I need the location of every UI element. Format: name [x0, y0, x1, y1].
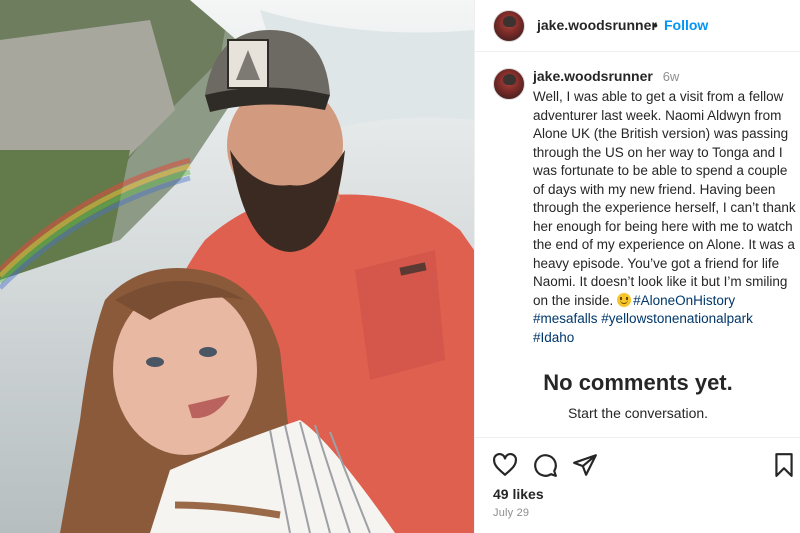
- caption-avatar[interactable]: [493, 68, 525, 100]
- comment-button[interactable]: [532, 452, 558, 478]
- post-photo-illustration: [0, 0, 474, 533]
- caption-text: Well, I was able to get a visit from a f…: [533, 88, 797, 347]
- share-button[interactable]: [572, 452, 598, 478]
- author-username[interactable]: jake.woodsrunner: [537, 17, 657, 33]
- no-comments-title: No comments yet.: [543, 370, 733, 395]
- caption-meta: jake.woodsrunner 6w: [533, 68, 679, 84]
- comment-icon: [534, 454, 557, 477]
- post-date[interactable]: July 29: [493, 507, 529, 519]
- hashtag-link[interactable]: #yellowstonenationalpark: [601, 311, 753, 326]
- heart-icon: [493, 452, 517, 476]
- bookmark-icon: [775, 453, 793, 477]
- smiling-face-emoji-icon: [617, 292, 632, 307]
- caption-body: Well, I was able to get a visit from a f…: [533, 89, 796, 308]
- post-actions: 49 likes July 29: [475, 437, 800, 533]
- author-avatar[interactable]: [493, 10, 525, 42]
- post-side-panel: jake.woodsrunner • Follow jake.woodsrunn…: [474, 0, 800, 533]
- separator-dot: •: [653, 17, 658, 33]
- hashtag-link[interactable]: #Idaho: [533, 330, 574, 345]
- like-button[interactable]: [492, 452, 518, 478]
- caption-time-ago[interactable]: 6w: [663, 69, 680, 84]
- follow-button[interactable]: Follow: [664, 17, 708, 33]
- post-caption: jake.woodsrunner 6w Well, I was able to …: [475, 52, 800, 362]
- hashtag-link[interactable]: #AloneOnHistory: [633, 293, 735, 308]
- likes-count[interactable]: 49 likes: [493, 486, 544, 502]
- caption-username[interactable]: jake.woodsrunner: [533, 68, 653, 84]
- save-button[interactable]: [771, 452, 797, 478]
- post-photo[interactable]: [0, 0, 474, 533]
- start-conversation-text: Start the conversation.: [567, 405, 709, 421]
- post-header: jake.woodsrunner • Follow: [475, 0, 800, 52]
- hashtag-link[interactable]: #mesafalls: [533, 311, 598, 326]
- share-icon: [573, 454, 597, 476]
